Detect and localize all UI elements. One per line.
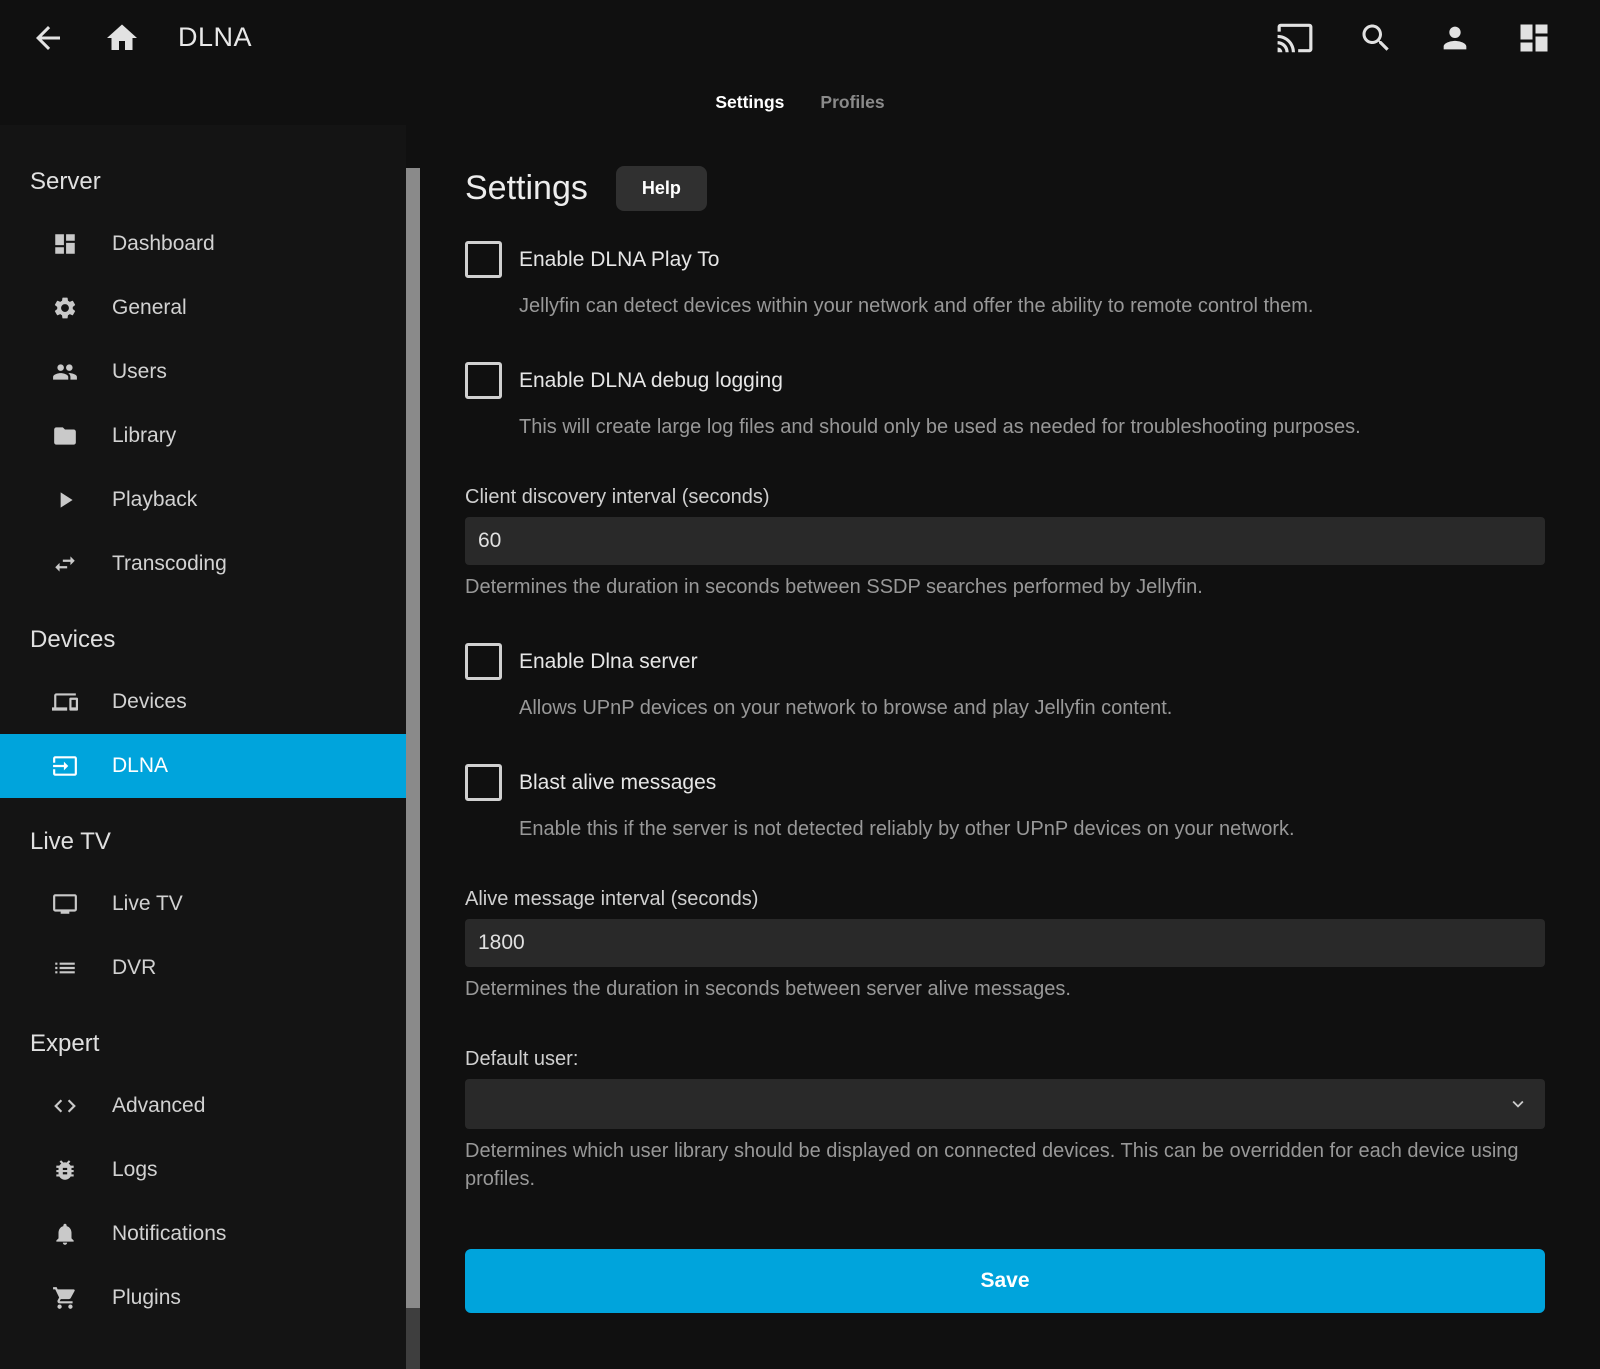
sidebar-item-notifications[interactable]: Notifications (0, 1202, 406, 1266)
tab-bar: Settings Profiles (0, 75, 1600, 130)
client-discovery-interval-block: Client discovery interval (seconds) Dete… (465, 483, 1545, 601)
sidebar-item-label: Notifications (112, 1222, 226, 1246)
section-title-server: Server (0, 164, 406, 200)
sidebar-item-livetv[interactable]: Live TV (0, 872, 406, 936)
settings-heading: Settings (465, 165, 588, 211)
section-title-expert: Expert (0, 1026, 406, 1062)
sidebar-section-server: Server Dashboard General (0, 164, 406, 596)
sidebar-item-dlna[interactable]: DLNA (0, 734, 406, 798)
sidebar-item-label: Devices (112, 690, 187, 714)
sidebar-item-library[interactable]: Library (0, 404, 406, 468)
page-title: DLNA (178, 22, 252, 53)
tab-profiles[interactable]: Profiles (820, 92, 884, 113)
field-description: Determines which user library should be … (465, 1137, 1545, 1193)
client-discovery-interval-input[interactable] (465, 517, 1545, 565)
enable-dlna-server-block: Enable Dlna server Allows UPnP devices o… (465, 643, 1545, 722)
home-icon[interactable] (104, 20, 140, 56)
enable-dlna-playto-checkbox[interactable] (465, 241, 502, 278)
default-user-block: Default user: Determines which user libr… (465, 1045, 1545, 1193)
sidebar-item-label: DLNA (112, 754, 168, 778)
list-icon (52, 955, 78, 981)
devices-icon (52, 689, 78, 715)
sidebar-item-advanced[interactable]: Advanced (0, 1074, 406, 1138)
sidebar-item-label: Plugins (112, 1286, 181, 1310)
save-button[interactable]: Save (465, 1249, 1545, 1313)
enable-dlna-server-checkbox[interactable] (465, 643, 502, 680)
field-description: Determines the duration in seconds betwe… (465, 975, 1545, 1003)
enable-dlna-debug-logging-checkbox[interactable] (465, 362, 502, 399)
sidebar-item-general[interactable]: General (0, 276, 406, 340)
default-user-select[interactable] (465, 1079, 1545, 1129)
sidebar-item-label: Logs (112, 1158, 158, 1182)
page-body: Server Dashboard General (0, 125, 1600, 1369)
code-icon (52, 1093, 78, 1119)
dashboard-grid-icon[interactable] (1516, 20, 1552, 56)
swap-arrows-icon (52, 551, 78, 577)
help-button[interactable]: Help (616, 166, 707, 211)
checkbox-label[interactable]: Blast alive messages (519, 771, 716, 795)
sidebar-item-logs[interactable]: Logs (0, 1138, 406, 1202)
enable-dlna-debug-logging-block: Enable DLNA debug logging This will crea… (465, 362, 1545, 441)
sidebar-item-users[interactable]: Users (0, 340, 406, 404)
checkbox-description: Allows UPnP devices on your network to b… (519, 694, 1545, 722)
admin-sidebar: Server Dashboard General (0, 125, 406, 1369)
sidebar-item-label: Playback (112, 488, 197, 512)
sidebar-item-devices[interactable]: Devices (0, 670, 406, 734)
sidebar-item-transcoding[interactable]: Transcoding (0, 532, 406, 596)
play-icon (52, 487, 78, 513)
sidebar-item-label: Dashboard (112, 232, 215, 256)
checkbox-label[interactable]: Enable Dlna server (519, 650, 698, 674)
bug-icon (52, 1157, 78, 1183)
alive-message-interval-input[interactable] (465, 919, 1545, 967)
field-label: Client discovery interval (seconds) (465, 483, 1545, 511)
sidebar-item-plugins[interactable]: Plugins (0, 1266, 406, 1330)
settings-form: Settings Help Enable DLNA Play To Jellyf… (465, 125, 1545, 1313)
tv-icon (52, 891, 78, 917)
sidebar-section-livetv: Live TV Live TV DVR (0, 824, 406, 1000)
gear-icon (52, 295, 78, 321)
field-label: Alive message interval (seconds) (465, 885, 1545, 913)
sidebar-item-dvr[interactable]: DVR (0, 936, 406, 1000)
checkbox-description: This will create large log files and sho… (519, 413, 1545, 441)
sidebar-section-devices: Devices Devices DLNA (0, 622, 406, 798)
sidebar-item-label: General (112, 296, 187, 320)
checkbox-description: Jellyfin can detect devices within your … (519, 292, 1545, 320)
sidebar-item-label: DVR (112, 956, 156, 980)
bell-icon (52, 1221, 78, 1247)
section-title-devices: Devices (0, 622, 406, 658)
chevron-down-icon (1507, 1093, 1529, 1120)
field-label: Default user: (465, 1045, 1545, 1073)
sidebar-item-label: Library (112, 424, 176, 448)
top-app-bar: DLNA (0, 0, 1600, 75)
sidebar-section-expert: Expert Advanced Logs (0, 1026, 406, 1330)
alive-message-interval-block: Alive message interval (seconds) Determi… (465, 885, 1545, 1003)
jellyfin-dlna-settings-page: DLNA Settings Profiles Server (0, 0, 1600, 1369)
sidebar-item-label: Transcoding (112, 552, 227, 576)
checkbox-label[interactable]: Enable DLNA Play To (519, 248, 719, 272)
users-icon (52, 359, 78, 385)
folder-icon (52, 423, 78, 449)
search-icon[interactable] (1358, 20, 1394, 56)
checkbox-description: Enable this if the server is not detecte… (519, 815, 1545, 843)
input-icon (52, 753, 78, 779)
sidebar-scrollbar-thumb[interactable] (406, 168, 420, 1308)
sidebar-item-label: Advanced (112, 1094, 205, 1118)
sidebar-item-playback[interactable]: Playback (0, 468, 406, 532)
sidebar-item-dashboard[interactable]: Dashboard (0, 212, 406, 276)
tab-settings[interactable]: Settings (715, 92, 784, 113)
cart-icon (52, 1285, 78, 1311)
sidebar-item-label: Live TV (112, 892, 183, 916)
dashboard-icon (52, 231, 78, 257)
sidebar-item-label: Users (112, 360, 167, 384)
section-title-livetv: Live TV (0, 824, 406, 860)
sidebar-scrollbar-track[interactable] (406, 168, 420, 1369)
field-description: Determines the duration in seconds betwe… (465, 573, 1545, 601)
enable-dlna-playto-block: Enable DLNA Play To Jellyfin can detect … (465, 241, 1545, 320)
back-arrow-icon[interactable] (30, 20, 66, 56)
checkbox-label[interactable]: Enable DLNA debug logging (519, 369, 783, 393)
blast-alive-messages-block: Blast alive messages Enable this if the … (465, 764, 1545, 843)
user-icon[interactable] (1438, 21, 1472, 55)
cast-icon[interactable] (1276, 19, 1314, 57)
blast-alive-messages-checkbox[interactable] (465, 764, 502, 801)
